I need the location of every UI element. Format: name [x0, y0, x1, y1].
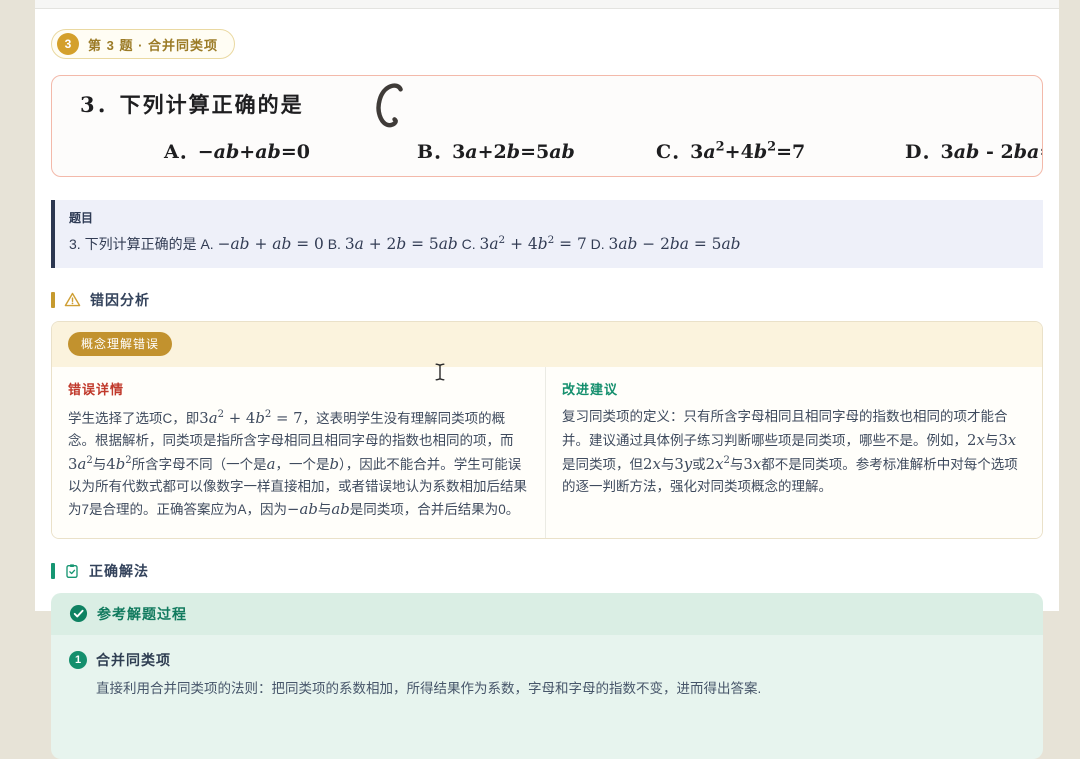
error-analysis-title: 错因分析 — [90, 290, 150, 310]
error-analysis-card: 概念理解错误 错误详情 学生选择了选项C，即3a2 + 4b2 = 7，这表明学… — [51, 321, 1043, 539]
section-bar — [51, 292, 55, 308]
step-description: 直接利用合并同类项的法则：把同类项的系数相加，所得结果作为系数，字母和字母的指数… — [96, 678, 1025, 700]
error-detail-title: 错误详情 — [68, 379, 529, 398]
error-analysis-header: 错因分析 — [51, 290, 1043, 310]
solution-card: 参考解题过程 1 合并同类项 直接利用合并同类项的法则：把同类项的系数相加，所得… — [51, 593, 1043, 759]
solution-steps: 1 合并同类项 直接利用合并同类项的法则：把同类项的系数相加，所得结果作为系数，… — [51, 635, 1043, 759]
scan-option-b: B．3a+2b=5ab — [417, 137, 575, 164]
improvement-suggestion-text: 复习同类项的定义：只有所含字母相同且相同字母的指数也相同的项才能合并。建议通过具… — [562, 406, 1026, 498]
statement-label: 题目 — [69, 209, 1029, 226]
question-statement-box: 题目 3. 下列计算正确的是 A. −ab + ab = 0 B. 3a + 2… — [51, 200, 1043, 268]
question-section: 3 第 3 题 · 合并同类项 3．下列计算正确的是 A．−ab+ab=0 B．… — [35, 9, 1059, 759]
scan-option-a: A．−ab+ab=0 — [164, 137, 310, 164]
question-scan-image: 3．下列计算正确的是 A．−ab+ab=0 B．3a+2b=5ab C．3a2+… — [51, 75, 1043, 177]
warning-icon — [64, 291, 81, 308]
scan-option-a-label: A． — [164, 141, 198, 163]
scan-option-c-formula: 3a2+4b2=7 — [690, 141, 805, 163]
scan-option-b-formula: 3a+2b=5ab — [452, 141, 575, 163]
solution-process-header: 参考解题过程 — [51, 593, 1043, 635]
question-analysis-page: { "question_badge": { "number": "3", "la… — [0, 0, 1080, 611]
improvement-suggestion-title: 改进建议 — [562, 379, 1026, 398]
correct-solution-title: 正确解法 — [89, 561, 149, 581]
scan-option-c: C．3a2+4b2=7 — [656, 137, 805, 164]
correct-solution-header: 正确解法 — [51, 561, 1043, 581]
error-detail-text: 学生选择了选项C，即3a2 + 4b2 = 7，这表明学生没有理解同类项的概念。… — [68, 406, 529, 522]
question-number: 3 — [57, 33, 79, 55]
check-circle-icon — [69, 604, 88, 623]
improvement-suggestion-column: 改进建议 复习同类项的定义：只有所含字母相同且相同字母的指数也相同的项才能合并。… — [546, 367, 1042, 538]
error-analysis-columns: 错误详情 学生选择了选项C，即3a2 + 4b2 = 7，这表明学生没有理解同类… — [52, 367, 1042, 538]
scan-option-d: D．3ab - 2ba=5ab — [905, 137, 1043, 164]
scan-question-stem: 3．下列计算正确的是 — [80, 89, 304, 119]
step-title: 合并同类项 — [96, 650, 171, 670]
handwritten-answer-c — [369, 79, 411, 132]
solution-process-title: 参考解题过程 — [97, 604, 187, 624]
clipboard-check-icon — [64, 563, 80, 579]
step-number-badge: 1 — [69, 651, 87, 669]
statement-text: 3. 下列计算正确的是 A. −ab + ab = 0 B. 3a + 2b =… — [69, 232, 1029, 257]
error-detail-column: 错误详情 学生选择了选项C，即3a2 + 4b2 = 7，这表明学生没有理解同类… — [52, 367, 546, 538]
content-panel: 3 第 3 题 · 合并同类项 3．下列计算正确的是 A．−ab+ab=0 B．… — [35, 0, 1059, 611]
scan-option-d-formula: 3ab - 2ba=5ab — [940, 141, 1043, 163]
section-bar — [51, 563, 55, 579]
scan-option-d-label: D． — [905, 141, 940, 163]
error-type-badge: 概念理解错误 — [68, 332, 172, 356]
scan-option-c-label: C． — [656, 141, 690, 163]
question-number-badge: 3 第 3 题 · 合并同类项 — [51, 29, 235, 59]
scan-option-a-formula: −ab+ab=0 — [198, 141, 310, 163]
question-badge-label: 第 3 题 · 合并同类项 — [88, 35, 218, 54]
solution-step: 1 合并同类项 — [69, 650, 1025, 670]
error-type-band: 概念理解错误 — [52, 322, 1042, 367]
top-divider — [35, 0, 1059, 9]
scan-option-b-label: B． — [417, 141, 452, 163]
